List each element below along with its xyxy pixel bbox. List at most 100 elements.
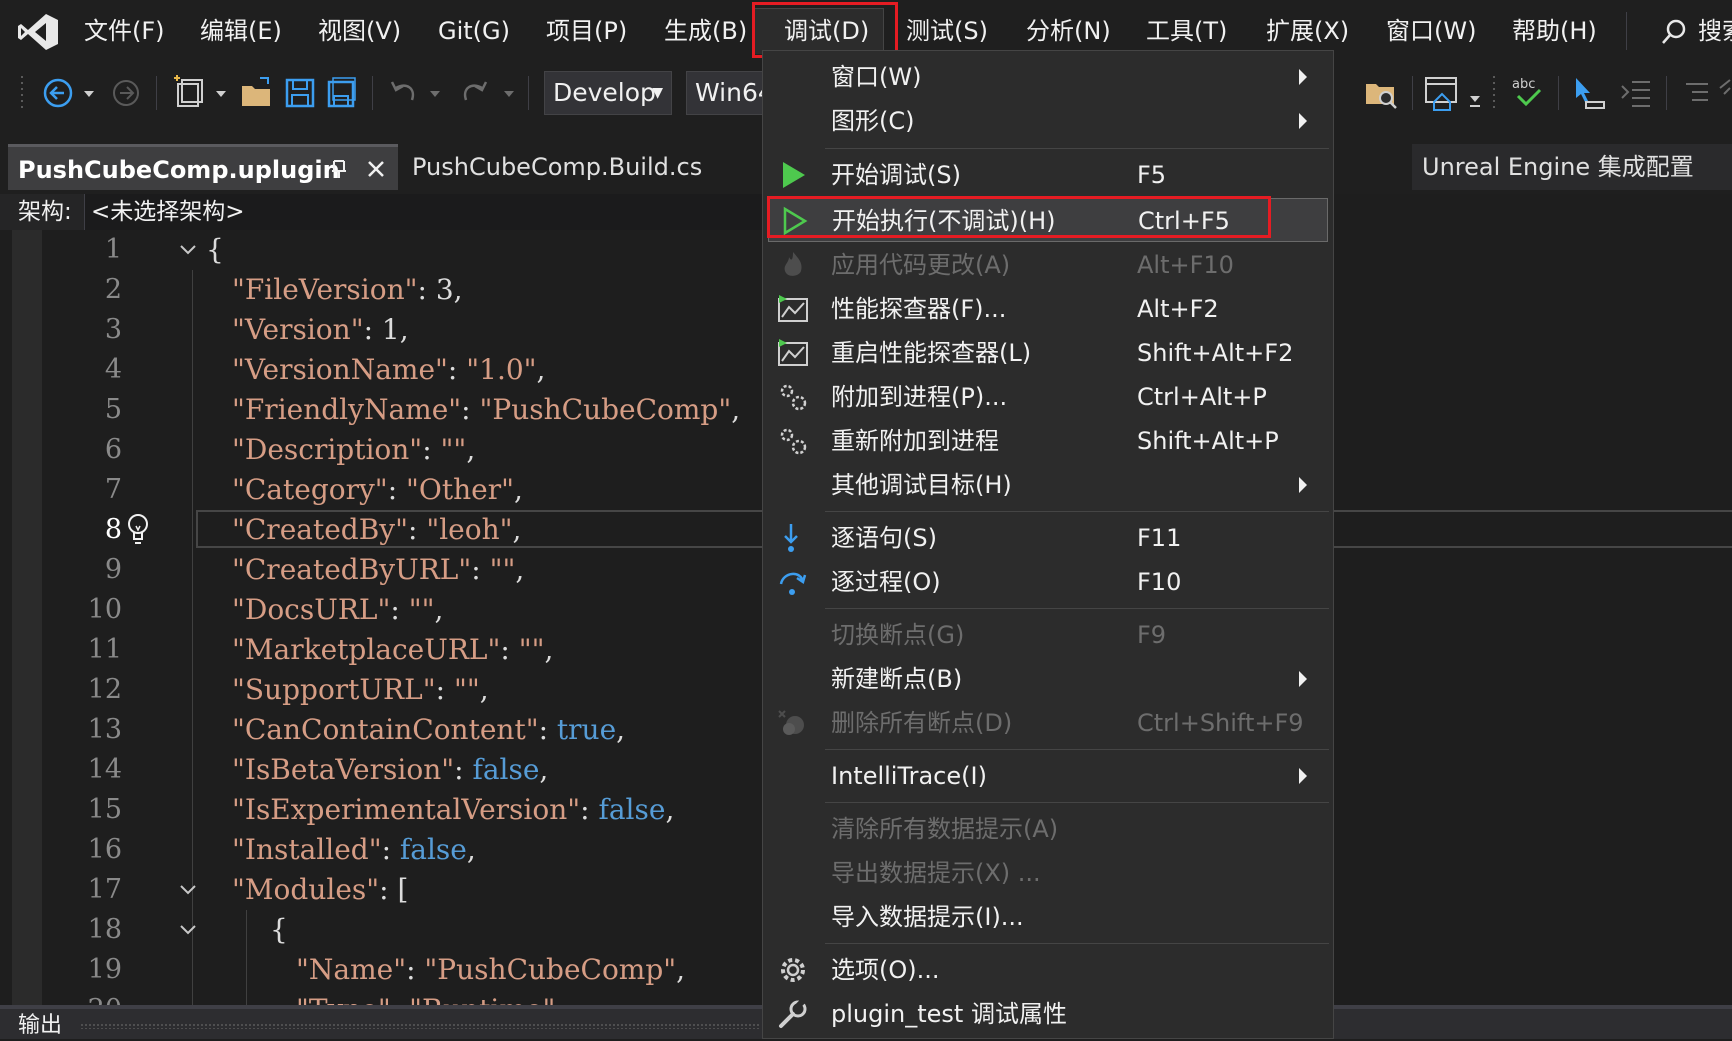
menu-item-debug-properties[interactable]: plugin_test 调试属性 — [763, 992, 1333, 1036]
code-token: : 1, — [363, 313, 409, 346]
save-icon[interactable] — [284, 74, 316, 112]
chevron-down-icon[interactable] — [214, 74, 228, 112]
folder-search-icon[interactable] — [1364, 74, 1400, 112]
menu-item-reattach-to-process[interactable]: 重新附加到进程 Shift+Alt+P — [763, 419, 1333, 463]
code-text: "IsExperimentalVersion": false, — [232, 790, 674, 830]
menu-edit[interactable]: 编辑(E) — [200, 0, 282, 62]
tab-unreal-engine-config[interactable]: Unreal Engine 集成配置 — [1412, 144, 1732, 190]
line-number: 11 — [87, 634, 122, 665]
tab-pushcubecomp-uplugin[interactable]: PushCubeComp.uplugin — [8, 144, 398, 190]
code-token: , — [544, 633, 554, 666]
toolbar-separator — [372, 76, 373, 110]
line-number: 5 — [104, 394, 122, 425]
lightbulb-icon[interactable] — [126, 512, 150, 546]
line-number: 12 — [87, 674, 122, 705]
code-text: "FriendlyName": "PushCubeComp", — [232, 390, 740, 430]
search-icon[interactable] — [1660, 18, 1688, 46]
code-token: : — [391, 993, 409, 1005]
configuration-combo[interactable]: Develop ▼ — [544, 71, 672, 115]
performance-chart-icon — [778, 339, 808, 366]
line-number: 10 — [87, 594, 122, 625]
menu-item-start-debugging[interactable]: 开始调试(S) F5 — [763, 153, 1333, 197]
code-text: "DocsURL": "", — [232, 590, 443, 630]
code-token: : — [422, 433, 441, 466]
menu-item-performance-profiler[interactable]: 性能探查器(F)... Alt+F2 — [763, 287, 1333, 331]
open-folder-icon[interactable] — [240, 74, 274, 112]
code-token: , — [731, 393, 741, 426]
line-number: 18 — [87, 914, 122, 945]
play-filled-icon — [783, 162, 805, 188]
redo-icon — [463, 81, 488, 101]
fold-collapse-icon[interactable] — [178, 882, 198, 898]
code-token: : — [387, 473, 407, 506]
fold-collapse-icon[interactable] — [178, 242, 198, 258]
menu-git[interactable]: Git(G) — [438, 0, 510, 62]
menu-window[interactable]: 窗口(W) — [1386, 0, 1476, 62]
menu-item-import-datatips[interactable]: 导入数据提示(I)... — [763, 895, 1333, 939]
menu-item-new-breakpoint[interactable]: 新建断点(B) — [763, 657, 1333, 701]
pin-icon[interactable] — [330, 159, 348, 179]
menu-item-step-over[interactable]: 逐过程(O) F10 — [763, 560, 1333, 604]
code-token: , — [479, 673, 489, 706]
menu-item-graphics[interactable]: 图形(C) — [763, 99, 1333, 143]
menu-item-window[interactable]: 窗口(W) — [763, 55, 1333, 99]
architecture-selector[interactable]: <未选择架构> — [84, 194, 775, 230]
step-over-icon — [779, 572, 807, 595]
new-project-icon[interactable] — [172, 74, 208, 112]
browser-home-icon[interactable] — [1424, 74, 1460, 112]
code-text: "Category": "Other", — [232, 470, 523, 510]
close-icon[interactable] — [366, 159, 386, 179]
comment-icon — [1686, 83, 1708, 101]
code-token: : — [461, 393, 480, 426]
line-number: 3 — [104, 314, 122, 345]
line-number: 15 — [87, 794, 122, 825]
code-token: { — [206, 233, 224, 266]
indent-icon — [1621, 81, 1650, 107]
output-panel-title[interactable]: 输出 — [18, 1011, 62, 1041]
menu-view[interactable]: 视图(V) — [318, 0, 401, 62]
menu-item-intellitrace[interactable]: IntelliTrace(I) — [763, 754, 1333, 798]
menu-item-shortcut: F10 — [1137, 568, 1182, 596]
tab-pushcubecomp-build-cs[interactable]: PushCubeComp.Build.cs — [402, 144, 722, 190]
code-token: "" — [453, 673, 480, 706]
tab-label: PushCubeComp.uplugin — [18, 156, 340, 184]
code-token: , — [676, 953, 686, 986]
menu-item-step-into[interactable]: 逐语句(S) F11 — [763, 516, 1333, 560]
code-text: "Description": "", — [232, 430, 475, 470]
menu-item-apply-code-changes: 应用代码更改(A) Alt+F10 — [763, 243, 1333, 287]
code-token: , — [512, 513, 522, 546]
menu-item-shortcut: Ctrl+Alt+P — [1137, 383, 1267, 411]
fold-collapse-icon[interactable] — [178, 922, 198, 938]
search-label[interactable]: 搜索 — [1698, 0, 1732, 62]
code-token: : — [390, 593, 409, 626]
navigate-back-icon[interactable] — [42, 74, 74, 112]
menu-help[interactable]: 帮助(H) — [1512, 0, 1597, 62]
menu-item-attach-to-process[interactable]: 附加到进程(P)... Ctrl+Alt+P — [763, 375, 1333, 419]
menu-item-label: 图形(C) — [831, 107, 915, 135]
toolbar-separator — [1666, 76, 1667, 110]
menu-build[interactable]: 生成(B) — [664, 0, 747, 62]
menu-item-restart-profiler[interactable]: 重启性能探查器(L) Shift+Alt+F2 — [763, 331, 1333, 375]
menu-item-shortcut: F11 — [1137, 524, 1182, 552]
menu-item-label: 开始调试(S) — [831, 161, 961, 189]
cursor-select-icon[interactable] — [1570, 74, 1606, 112]
menu-item-shortcut: F5 — [1137, 161, 1167, 189]
submenu-arrow-icon — [1299, 69, 1307, 85]
menu-separator — [1626, 12, 1627, 50]
chevron-down-icon[interactable] — [82, 74, 96, 112]
save-all-icon[interactable] — [326, 74, 358, 112]
menu-project[interactable]: 项目(P) — [546, 0, 627, 62]
menu-item-other-debug-targets[interactable]: 其他调试目标(H) — [763, 463, 1333, 507]
start-without-debugging-highlight-box — [767, 196, 1271, 238]
spell-check-icon[interactable]: abc — [1510, 74, 1546, 112]
code-token: "Modules" — [232, 873, 380, 906]
menu-file[interactable]: 文件(F) — [84, 0, 165, 62]
code-token: : — [500, 633, 519, 666]
menu-item-label: 重新附加到进程 — [831, 427, 999, 455]
code-text: "Installed": false, — [232, 830, 476, 870]
line-number: 17 — [87, 874, 122, 905]
chevron-down-icon[interactable] — [1468, 74, 1482, 112]
code-token: : [ — [379, 873, 409, 906]
menu-item-options[interactable]: 选项(O)... — [763, 948, 1333, 992]
toolbar-separator — [1412, 76, 1413, 110]
